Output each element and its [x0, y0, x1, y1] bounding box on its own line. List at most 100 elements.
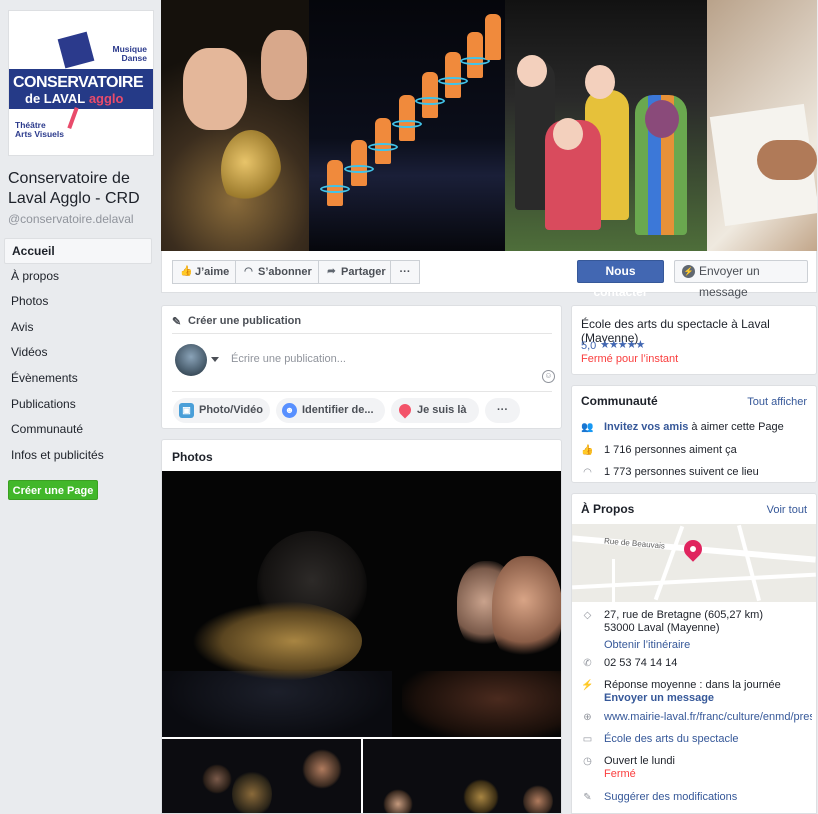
contact-button[interactable]: Nous contacter: [577, 260, 664, 299]
cover-face-shape: [183, 48, 247, 130]
checkin-button[interactable]: Je suis là: [391, 398, 479, 423]
phone-icon: ✆: [583, 658, 592, 669]
pencil-icon: ✎: [583, 792, 592, 803]
emoji-icon[interactable]: ☺: [542, 370, 555, 383]
category-link[interactable]: École des arts du spectacle: [604, 733, 739, 746]
share-arrow-icon: ➦: [327, 266, 336, 277]
website-link[interactable]: www.mairie-laval.fr/franc/culture/enmd/p…: [604, 711, 812, 724]
photos-card: Photos: [161, 439, 562, 814]
photo-icon: ▣: [179, 403, 194, 418]
thumbs-up-icon: 👍: [581, 445, 594, 456]
create-post-label: Créer une publication: [188, 315, 302, 327]
photo-shape: [202, 764, 232, 794]
nav-item-infos-publicites[interactable]: Infos et publicités: [4, 443, 152, 469]
rss-icon: ◠: [244, 266, 253, 277]
create-page-button[interactable]: Créer une Page: [8, 480, 98, 500]
phone-number[interactable]: 02 53 74 14 14: [604, 657, 677, 670]
divider: [172, 333, 552, 334]
logo-main-line2: de LAVAL agglo: [25, 91, 123, 106]
photo-shape: [232, 769, 272, 813]
hoop-shape: [368, 143, 398, 151]
page-handle[interactable]: @conservatoire.delaval: [8, 212, 134, 226]
tag-friends-label: Identifier de...: [302, 404, 374, 416]
share-label: Partager: [341, 266, 386, 278]
about-see-all-link[interactable]: Voir tout: [767, 504, 807, 516]
subscribe-label: S’abonner: [258, 266, 312, 278]
map-road: [612, 559, 615, 602]
cover-photo[interactable]: [161, 0, 817, 251]
send-message-link[interactable]: Envoyer un message: [604, 692, 781, 705]
photo-shape: [523, 784, 553, 813]
photo-shape: [402, 671, 561, 737]
tag-friends-button[interactable]: ☻ Identifier de...: [276, 398, 385, 423]
like-label: J’aime: [195, 266, 230, 278]
invite-friends-text: à aimer cette Page: [688, 421, 784, 433]
nav-item-a-propos[interactable]: À propos: [4, 264, 152, 290]
hoop-shape: [415, 97, 445, 105]
nav-item-videos[interactable]: Vidéos: [4, 340, 152, 366]
create-post-title[interactable]: ✎ Créer une publication: [172, 315, 302, 328]
map-road: [736, 524, 762, 602]
nav-item-publications[interactable]: Publications: [4, 392, 152, 418]
like-button[interactable]: 👍 J’aime: [172, 260, 236, 284]
photo-video-button[interactable]: ▣ Photo/Vidéo: [173, 398, 270, 423]
community-title[interactable]: Communauté: [581, 394, 658, 408]
photo-thumbnail[interactable]: [162, 739, 361, 813]
photo-shape: [192, 601, 362, 681]
hoop-shape: [320, 185, 350, 193]
photos-title[interactable]: Photos: [172, 450, 213, 464]
photo-shape: [383, 789, 413, 813]
chevron-down-icon[interactable]: [211, 357, 219, 362]
pencil-icon: ✎: [172, 316, 182, 328]
nav-item-communaute[interactable]: Communauté: [4, 417, 152, 443]
nav-item-photos[interactable]: Photos: [4, 289, 152, 315]
suggest-edits-link[interactable]: Suggérer des modifications: [604, 791, 737, 804]
response-row: Réponse moyenne : dans la journée Envoye…: [604, 679, 781, 705]
directions-link[interactable]: Obtenir l’itinéraire: [604, 639, 763, 652]
clown-head-shape: [645, 100, 679, 138]
nav-item-evenements[interactable]: Évènements: [4, 366, 152, 392]
send-message-label: Envoyer un message: [699, 264, 760, 299]
page-profile-picture[interactable]: Musique Danse CONSERVATOIRE de LAVAL agg…: [8, 10, 154, 156]
about-card: À Propos Voir tout Rue de Beauvais ◇ 27,…: [571, 493, 817, 814]
share-button[interactable]: ➦ Partager: [318, 260, 391, 284]
map-road: [653, 525, 685, 601]
photo-main[interactable]: [162, 471, 561, 737]
send-message-button[interactable]: ⚡ Envoyer un message: [674, 260, 808, 299]
rating-stars-icon[interactable]: ★★★★★: [600, 338, 645, 351]
cover-panel-horn: [161, 0, 309, 251]
cover-horn-shape: [221, 130, 281, 210]
checkin-label: Je suis là: [417, 404, 467, 416]
page-nav: Accueil À propos Photos Avis Vidéos Évèn…: [4, 238, 152, 468]
hours-row[interactable]: Ouvert le lundi Fermé: [604, 755, 675, 781]
post-input[interactable]: Écrire une publication...: [231, 353, 346, 365]
clown-head-shape: [585, 65, 615, 99]
messenger-icon: ⚡: [581, 680, 594, 691]
create-post-card: ✎ Créer une publication Écrire une public…: [161, 305, 562, 429]
category-icon: ▭: [582, 734, 593, 745]
composer-more-button[interactable]: ···: [485, 398, 520, 423]
nav-item-accueil[interactable]: Accueil: [4, 238, 152, 264]
more-actions-button[interactable]: ···: [390, 260, 420, 284]
subscribe-button[interactable]: ◠ S’abonner: [235, 260, 319, 284]
map-pin-icon: [680, 536, 706, 562]
nav-item-avis[interactable]: Avis: [4, 315, 152, 341]
response-time: Réponse moyenne : dans la journée: [604, 679, 781, 691]
photo-thumbnail[interactable]: [363, 739, 561, 813]
page-action-bar: 👍 J’aime ◠ S’abonner ➦ Partager ··· Nous co…: [161, 251, 817, 299]
dancer-shape: [399, 95, 415, 141]
dancer-shape: [375, 118, 391, 164]
logo-agglo: agglo: [85, 91, 124, 106]
about-title[interactable]: À Propos: [581, 502, 634, 516]
cover-panel-dancers: [309, 0, 505, 251]
invite-friends-link[interactable]: Invitez vos amis: [604, 421, 688, 433]
open-status: Fermé pour l’instant: [581, 353, 679, 365]
likes-count: 1 716 personnes aiment ça: [604, 444, 737, 456]
page-title[interactable]: Conservatoire de Laval Agglo - CRD: [8, 169, 158, 209]
avatar[interactable]: [175, 344, 207, 376]
location-icon: ◇: [583, 610, 592, 621]
location-map[interactable]: Rue de Beauvais: [572, 524, 816, 602]
clown-head-shape: [517, 55, 547, 87]
community-see-all-link[interactable]: Tout afficher: [747, 396, 807, 408]
rating-value[interactable]: 5,0: [581, 340, 596, 352]
